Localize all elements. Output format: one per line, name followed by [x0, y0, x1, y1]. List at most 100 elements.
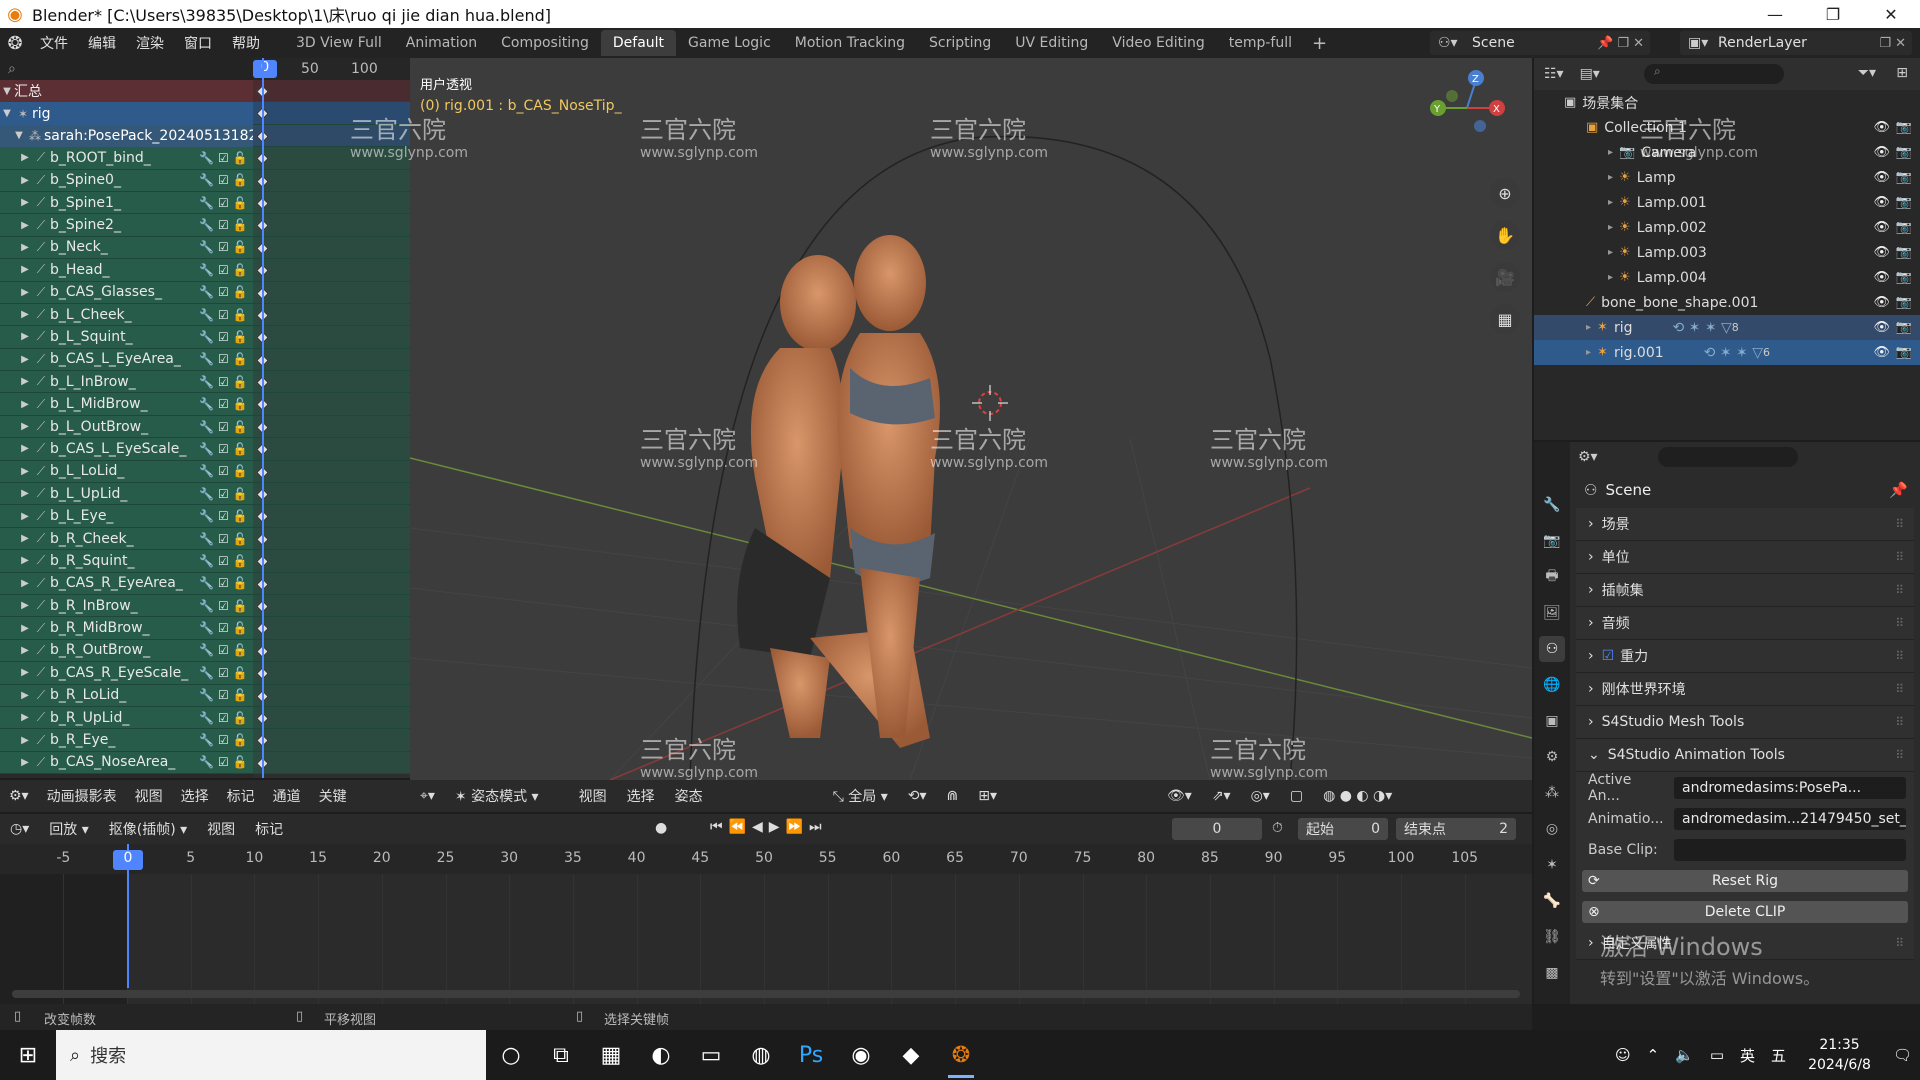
expand-triangle-icon[interactable]: ▶ [18, 488, 32, 499]
eye-icon[interactable]: 👁 [1873, 195, 1890, 210]
reset-rig-button[interactable]: ⟳ Reset Rig [1582, 869, 1908, 892]
overlay-toggle-icon[interactable]: ◎▾ [1241, 788, 1280, 804]
texture-tab-icon[interactable]: ▩ [1539, 960, 1565, 986]
snap-target-icon[interactable]: ⊞▾ [968, 788, 1007, 804]
current-frame-field[interactable]: 0 [1172, 818, 1262, 840]
lock-icon[interactable]: 🔓 [233, 755, 248, 769]
enable-checkbox[interactable]: ☑ [218, 352, 229, 366]
enable-checkbox[interactable]: ☑ [218, 643, 229, 657]
wrench-icon[interactable]: 🔧 [199, 733, 214, 747]
expand-triangle-icon[interactable]: ▶ [18, 197, 32, 208]
eye-icon[interactable]: 👁 [1873, 170, 1890, 185]
expand-triangle-icon[interactable]: ▸ [1586, 347, 1591, 358]
expand-triangle-icon[interactable]: ▶ [18, 600, 32, 611]
eye-icon[interactable]: 👁 [1873, 120, 1890, 135]
outliner-item[interactable]: ▸ ☀ Lamp.001 👁 📷 [1534, 190, 1920, 215]
camera-view-icon[interactable]: 🎥 [1490, 262, 1520, 292]
channel-bone-row[interactable]: ▶ ⟋ b_L_MidBrow_ 🔧 ☑ 🔓 [0, 393, 253, 416]
expand-triangle-icon[interactable]: ▶ [18, 242, 32, 253]
dopesheet-ruler[interactable]: 0 50 100 [253, 58, 410, 80]
tab-video-editing[interactable]: Video Editing [1100, 30, 1216, 56]
wrench-icon[interactable]: 🔧 [199, 487, 214, 501]
tab-compositing[interactable]: Compositing [489, 30, 601, 56]
expand-triangle-icon[interactable]: ▶ [18, 645, 32, 656]
drag-grip-icon[interactable]: ⠿ [1895, 550, 1904, 564]
display-mode-icon[interactable]: ▤▾ [1580, 66, 1600, 82]
channel-bone-row[interactable]: ▶ ⟋ b_R_OutBrow_ 🔧 ☑ 🔓 [0, 639, 253, 663]
wrench-icon[interactable]: 🔧 [199, 196, 214, 210]
wrench-icon[interactable]: 🔧 [199, 464, 214, 478]
wrench-icon[interactable]: 🔧 [199, 308, 214, 322]
channel-bone-row[interactable]: ▶ ⟋ b_L_Eye_ 🔧 ☑ 🔓 [0, 505, 253, 528]
lock-icon[interactable]: 🔓 [233, 397, 248, 411]
properties-panel[interactable]: › S4Studio Mesh Tools ⠿ [1576, 706, 1914, 739]
lock-icon[interactable]: 🔓 [233, 711, 248, 725]
tab-motion-tracking[interactable]: Motion Tracking [783, 30, 917, 56]
eye-icon[interactable]: 👁 [1873, 270, 1890, 285]
tab-animation[interactable]: Animation [394, 30, 489, 56]
eye-icon[interactable]: 👁 [1873, 145, 1890, 160]
channel-rig[interactable]: ▼ ✶ rig [0, 102, 253, 125]
channel-bone-row[interactable]: ▶ ⟋ b_CAS_L_EyeArea_ 🔧 ☑ 🔓 [0, 348, 253, 372]
filter-icon[interactable]: ⏷▾ [1858, 65, 1876, 81]
bone-constraint-tab-icon[interactable]: ⛓ [1539, 924, 1565, 950]
enable-checkbox[interactable]: ☑ [218, 688, 229, 702]
scene-selector[interactable]: ⚇▾ Scene 📌 ❐ ✕ [1430, 31, 1650, 55]
modifier-tab-icon[interactable]: ⚙ [1539, 744, 1565, 770]
wrench-icon[interactable]: 🔧 [199, 688, 214, 702]
people-icon[interactable]: ☺ [1607, 1046, 1639, 1064]
channel-bone-row[interactable]: ▶ ⟋ b_R_Cheek_ 🔧 ☑ 🔓 [0, 527, 253, 551]
ime-indicator[interactable]: 英 [1732, 1045, 1763, 1066]
wrench-icon[interactable]: 🔧 [199, 240, 214, 254]
channel-bone-row[interactable]: ▶ ⟋ b_CAS_R_EyeScale_ 🔧 ☑ 🔓 [0, 662, 253, 685]
expand-triangle-icon[interactable]: ▶ [18, 220, 32, 231]
enable-checkbox[interactable]: ☑ [218, 733, 229, 747]
channel-bone-row[interactable]: ▶ ⟋ b_Spine0_ 🔧 ☑ 🔓 [0, 169, 253, 192]
render-camera-icon[interactable]: 📷 [1896, 170, 1912, 185]
rig001-modifiers-icon[interactable]: ⟲ ✶ ✶ ▽ [1704, 345, 1763, 361]
pin-icon[interactable]: 📌 [1889, 481, 1908, 499]
lock-icon[interactable]: 🔓 [233, 285, 248, 299]
blender-taskbar-icon[interactable]: ❂ [936, 1030, 986, 1080]
wrench-icon[interactable]: 🔧 [199, 420, 214, 434]
tab-scripting[interactable]: Scripting [917, 30, 1003, 56]
expand-triangle-icon[interactable]: ▶ [18, 712, 32, 723]
channel-bone-row[interactable]: ▶ ⟋ b_Head_ 🔧 ☑ 🔓 [0, 259, 253, 282]
outliner-item[interactable]: ▸ ☀ Lamp 👁 📷 [1534, 165, 1920, 190]
playback-menu[interactable]: 回放 ▾ [39, 819, 98, 839]
render-camera-icon[interactable]: 📷 [1896, 270, 1912, 285]
mode-select[interactable]: ✶ 姿态模式 ▾ [445, 786, 549, 806]
properties-panel[interactable]: › 音频 ⠿ [1576, 607, 1914, 640]
playback-controls[interactable]: ⏮⏪◀▶⏩⏭ [710, 819, 828, 835]
expand-triangle-icon[interactable]: ▶ [18, 309, 32, 320]
enable-checkbox[interactable]: ☑ [218, 375, 229, 389]
add-workspace-button[interactable]: + [1304, 33, 1335, 54]
channel-bone-row[interactable]: ▶ ⟋ b_R_UpLid_ 🔧 ☑ 🔓 [0, 706, 253, 730]
tab-default[interactable]: Default [600, 30, 677, 56]
expand-triangle-icon[interactable]: ▶ [18, 443, 32, 454]
outliner-item[interactable]: ▸ ✶ rig ⟲ ✶ ✶ ▽ 8 👁 📷 [1534, 315, 1920, 340]
drag-grip-icon[interactable]: ⠿ [1895, 616, 1904, 630]
wrench-icon[interactable]: 🔧 [199, 711, 214, 725]
3d-viewport[interactable]: 用户透视 (0) rig.001 : b_CAS_NoseTip_ Z Y X … [410, 58, 1532, 780]
lock-icon[interactable]: 🔓 [233, 509, 248, 523]
tab-uv-editing[interactable]: UV Editing [1003, 30, 1100, 56]
enable-checkbox[interactable]: ☑ [218, 711, 229, 725]
view-layer-tab-icon[interactable]: 🖼 [1539, 600, 1565, 626]
enable-checkbox[interactable]: ☑ [218, 151, 229, 165]
wrench-icon[interactable]: 🔧 [199, 352, 214, 366]
drag-grip-icon[interactable]: ⠿ [1895, 748, 1904, 762]
properties-panel[interactable]: › ☑ 重力 ⠿ [1576, 640, 1914, 673]
expand-triangle-icon[interactable]: ▸ [1608, 247, 1613, 258]
ds-menu-view[interactable]: 视图 [126, 786, 172, 806]
eye-icon[interactable]: 👁 [1873, 245, 1890, 260]
channel-bone-row[interactable]: ▶ ⟋ b_R_Eye_ 🔧 ☑ 🔓 [0, 729, 253, 752]
wrench-icon[interactable]: 🔧 [199, 554, 214, 568]
zoom-icon[interactable]: ⊕ [1490, 178, 1520, 208]
channel-bone-row[interactable]: ▶ ⟋ b_L_Squint_ 🔧 ☑ 🔓 [0, 326, 253, 349]
expand-triangle-icon[interactable]: ▶ [18, 466, 32, 477]
expand-triangle-icon[interactable]: ▼ [12, 130, 26, 141]
lock-icon[interactable]: 🔓 [233, 263, 248, 277]
properties-panel[interactable]: › 单位 ⠿ [1576, 541, 1914, 574]
expand-triangle-icon[interactable]: ▸ [1608, 197, 1613, 208]
